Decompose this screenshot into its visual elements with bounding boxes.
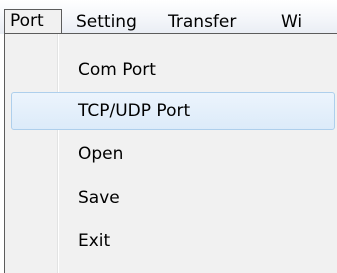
menu-item-com-port[interactable]: Com Port [5,50,337,90]
port-dropdown-menu: Com Port TCP/UDP Port Open Save Exit [4,33,337,273]
menu-bar: Port Setting Transfer Wi [0,0,337,34]
menu-transfer[interactable]: Transfer [168,10,236,34]
menu-item-save[interactable]: Save [5,178,337,218]
menu-setting[interactable]: Setting [76,10,137,34]
menu-item-tcp-udp-port[interactable]: TCP/UDP Port [5,91,337,131]
menu-item-label: Save [78,188,120,208]
menu-port[interactable]: Port [4,9,62,34]
menu-item-label: TCP/UDP Port [78,101,191,121]
menu-item-label: Open [78,144,124,164]
menu-item-label: Com Port [78,60,156,80]
menu-window[interactable]: Wi [281,10,302,34]
menu-item-exit[interactable]: Exit [5,221,337,261]
menu-item-open[interactable]: Open [5,134,337,174]
menu-item-label: Exit [78,231,111,251]
